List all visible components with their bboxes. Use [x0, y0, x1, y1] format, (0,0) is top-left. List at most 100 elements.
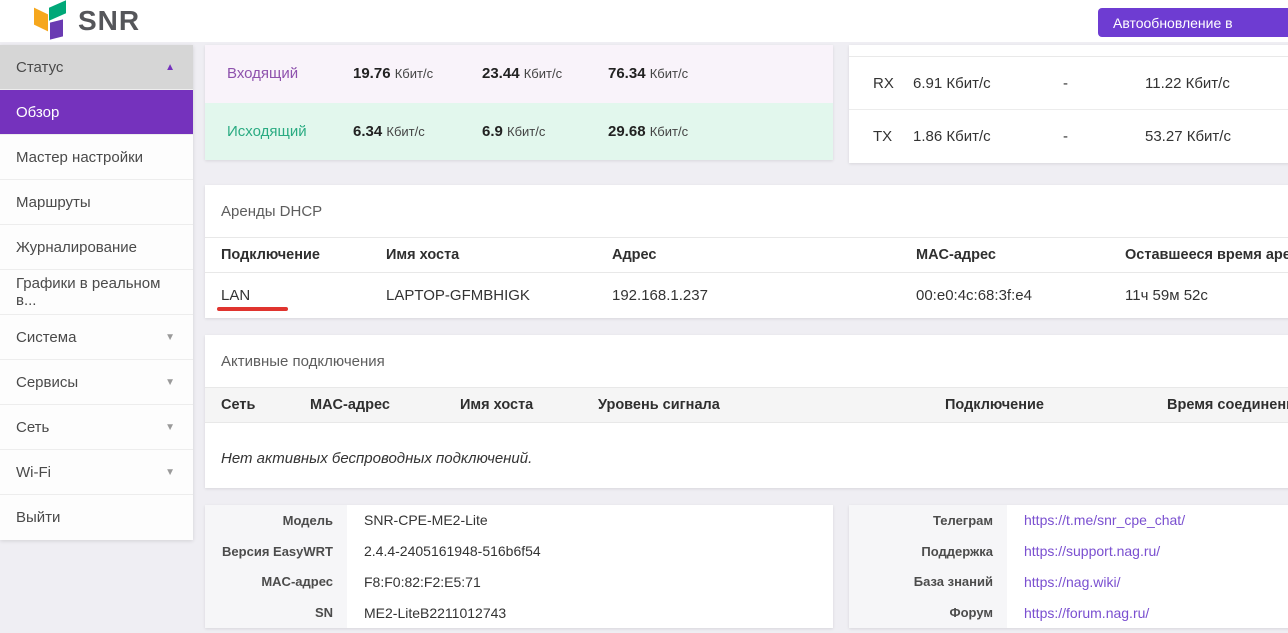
traffic-value: 6.34 Кбит/с	[353, 123, 482, 140]
traffic-card: Входящий 19.76 Кбит/с 23.44 Кбит/с 76.34…	[205, 45, 833, 160]
support-link[interactable]: https://support.nag.ru/	[1024, 543, 1160, 559]
column-header: Имя хоста	[460, 397, 598, 413]
sidebar-item-realtime-graphs[interactable]: Графики в реальном в...	[0, 270, 193, 315]
sidebar-item-routes[interactable]: Маршруты	[0, 180, 193, 225]
dhcp-address-cell: 192.168.1.237	[612, 287, 916, 304]
connections-table-header: Сеть MAC-адрес Имя хоста Уровень сигнала…	[205, 387, 1288, 423]
device-info-card: Модель SNR-CPE-ME2-Lite Версия EasyWRT 2…	[205, 505, 833, 628]
firmware-version-value: 2.4.4-2405161948-516b6f54	[347, 543, 833, 559]
sidebar-item-label: Выйти	[16, 509, 60, 526]
traffic-row-outgoing: Исходящий 6.34 Кбит/с 6.9 Кбит/с 29.68 К…	[205, 103, 833, 161]
support-link-label: Поддержка	[849, 536, 1007, 567]
dhcp-leases-card: Аренды DHCP Подключение Имя хоста Адрес …	[205, 185, 1288, 318]
sidebar-item-status[interactable]: Статус ▲	[0, 45, 193, 90]
sidebar: Статус ▲ Обзор Мастер настройки Маршруты…	[0, 45, 193, 540]
logo-green-shape	[49, 0, 66, 21]
tx-value-current: 1.86 Кбит/с	[913, 128, 1063, 145]
column-header: Сеть	[221, 397, 310, 413]
connections-card-title: Активные подключения	[205, 335, 1288, 387]
column-header: Подключение	[945, 397, 1167, 413]
rx-label: RX	[873, 75, 913, 92]
column-header: MAC-адрес	[916, 247, 1125, 263]
forum-link[interactable]: https://forum.nag.ru/	[1024, 605, 1149, 621]
traffic-value: 6.9 Кбит/с	[482, 123, 608, 140]
traffic-value: 23.44 Кбит/с	[482, 65, 608, 82]
sidebar-item-logging[interactable]: Журналирование	[0, 225, 193, 270]
dhcp-hostname-cell: LAPTOP-GFMBHIGK	[386, 287, 612, 304]
connections-empty-message: Нет активных беспроводных подключений.	[205, 423, 1288, 467]
device-info-row: MAC-адрес F8:F0:82:F2:E5:71	[205, 567, 833, 598]
dhcp-table-row: LAN LAPTOP-GFMBHIGK 192.168.1.237 00:e0:…	[205, 273, 1288, 317]
card-clipped-header	[849, 45, 1288, 57]
rx-row: RX 6.91 Кбит/с - 11.22 Кбит/с	[849, 57, 1288, 110]
column-header: Время соединения	[1167, 397, 1288, 413]
sidebar-item-logout[interactable]: Выйти	[0, 495, 193, 540]
dhcp-mac-cell: 00:e0:4c:68:3f:e4	[916, 287, 1125, 304]
sidebar-item-wizard[interactable]: Мастер настройки	[0, 135, 193, 180]
sidebar-item-label: Сеть	[16, 419, 49, 436]
sidebar-item-label: Обзор	[16, 104, 59, 121]
sidebar-item-network[interactable]: Сеть ▼	[0, 405, 193, 450]
column-header: Подключение	[221, 247, 386, 263]
column-header: MAC-адрес	[310, 397, 460, 413]
dhcp-table-header: Подключение Имя хоста Адрес MAC-адрес Ос…	[205, 237, 1288, 273]
interface-stats-card: RX 6.91 Кбит/с - 11.22 Кбит/с TX 1.86 Кб…	[849, 45, 1288, 163]
telegram-link[interactable]: https://t.me/snr_cpe_chat/	[1024, 512, 1185, 528]
support-link-row: Поддержка https://support.nag.ru/	[849, 536, 1288, 567]
sidebar-item-label: Wi-Fi	[16, 464, 51, 481]
sidebar-item-system[interactable]: Система ▼	[0, 315, 193, 360]
snr-logo: SNR	[34, 2, 140, 40]
column-header: Имя хоста	[386, 247, 612, 263]
traffic-row-incoming: Входящий 19.76 Кбит/с 23.44 Кбит/с 76.34…	[205, 45, 833, 103]
support-link-label: Форум	[849, 597, 1007, 628]
support-link-label: Телеграм	[849, 505, 1007, 536]
device-info-row: Версия EasyWRT 2.4.4-2405161948-516b6f54	[205, 536, 833, 567]
traffic-value: 29.68 Кбит/с	[608, 123, 833, 140]
sidebar-item-overview[interactable]: Обзор	[0, 90, 193, 135]
chevron-down-icon: ▼	[165, 467, 175, 478]
rx-value-peak: 11.22 Кбит/с	[1145, 75, 1288, 92]
device-serial-value: ME2-LiteB2211012743	[347, 605, 833, 621]
support-link-row: Форум https://forum.nag.ru/	[849, 597, 1288, 628]
snr-logo-icon	[34, 2, 68, 40]
device-info-label: SN	[205, 597, 347, 628]
tx-value-mid: -	[1063, 128, 1145, 145]
tx-row: TX 1.86 Кбит/с - 53.27 Кбит/с	[849, 110, 1288, 163]
rx-value-mid: -	[1063, 75, 1145, 92]
logo-text: SNR	[78, 5, 140, 37]
traffic-label: Исходящий	[227, 123, 353, 140]
sidebar-item-label: Мастер настройки	[16, 149, 143, 166]
sidebar-item-label: Графики в реальном в...	[16, 275, 175, 309]
device-info-row: Модель SNR-CPE-ME2-Lite	[205, 505, 833, 536]
active-connections-card: Активные подключения Сеть MAC-адрес Имя …	[205, 335, 1288, 488]
support-link-label: База знаний	[849, 567, 1007, 598]
chevron-down-icon: ▼	[165, 377, 175, 388]
rx-value-current: 6.91 Кбит/с	[913, 75, 1063, 92]
column-header: Адрес	[612, 247, 916, 263]
device-mac-value: F8:F0:82:F2:E5:71	[347, 574, 833, 590]
sidebar-item-services[interactable]: Сервисы ▼	[0, 360, 193, 405]
column-header: Уровень сигнала	[598, 397, 945, 413]
traffic-value: 19.76 Кбит/с	[353, 65, 482, 82]
tx-value-peak: 53.27 Кбит/с	[1145, 128, 1288, 145]
sidebar-item-wifi[interactable]: Wi-Fi ▼	[0, 450, 193, 495]
sidebar-item-label: Статус	[16, 59, 63, 76]
device-model-value: SNR-CPE-ME2-Lite	[347, 512, 833, 528]
red-annotation-underline	[217, 307, 288, 311]
chevron-up-icon: ▲	[165, 62, 175, 73]
sidebar-item-label: Система	[16, 329, 76, 346]
dhcp-card-title: Аренды DHCP	[205, 185, 1288, 237]
autoupdate-button[interactable]: Автообновление в	[1098, 8, 1288, 37]
support-link-row: Телеграм https://t.me/snr_cpe_chat/	[849, 505, 1288, 536]
knowledge-base-link[interactable]: https://nag.wiki/	[1024, 574, 1121, 590]
dhcp-connection-cell: LAN	[221, 287, 386, 304]
device-info-label: Версия EasyWRT	[205, 536, 347, 567]
support-link-row: База знаний https://nag.wiki/	[849, 567, 1288, 598]
device-info-row: SN ME2-LiteB2211012743	[205, 597, 833, 628]
sidebar-item-label: Сервисы	[16, 374, 78, 391]
traffic-value: 76.34 Кбит/с	[608, 65, 833, 82]
logo-orange-shape	[34, 8, 48, 32]
device-info-label: Модель	[205, 505, 347, 536]
column-header: Оставшееся время аренды	[1125, 247, 1288, 263]
traffic-label: Входящий	[227, 65, 353, 82]
